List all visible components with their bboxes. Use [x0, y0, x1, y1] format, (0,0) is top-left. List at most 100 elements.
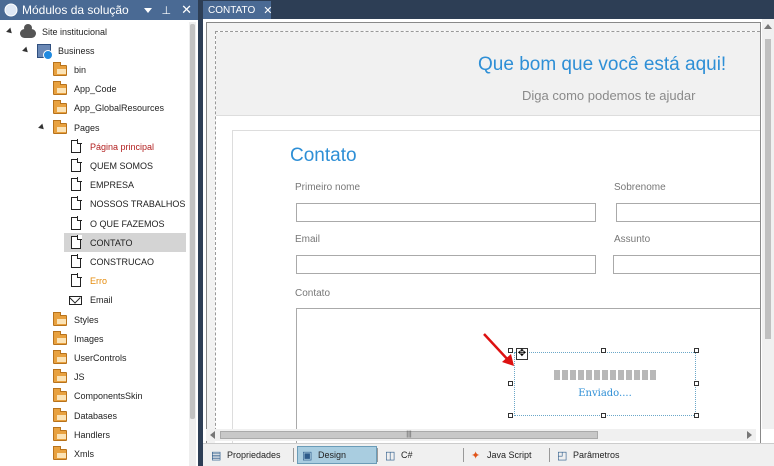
expand-arrow-icon[interactable] — [6, 27, 14, 36]
progress-block — [554, 370, 560, 380]
tree-item[interactable]: ComponentsSkin — [0, 387, 186, 406]
tree-item[interactable]: CONTATO — [64, 233, 186, 253]
resize-handle[interactable] — [694, 381, 699, 386]
scroll-left-icon[interactable] — [210, 431, 215, 439]
bottom-tab-par-metros[interactable]: ◰ Parâmetros — [553, 446, 637, 464]
horizontal-scrollbar[interactable]: ||| — [206, 429, 756, 441]
tree-item[interactable]: Pages — [0, 118, 186, 137]
folder-icon — [52, 311, 68, 328]
last-name-field[interactable] — [616, 203, 760, 222]
tree-item-label: bin — [74, 64, 87, 75]
progress-block — [618, 370, 624, 380]
resize-handle[interactable] — [601, 348, 606, 353]
tree-item[interactable]: Site institucional — [0, 22, 186, 41]
tree-item-label: Xmls — [74, 448, 94, 459]
tab-separator — [463, 448, 464, 462]
dropdown-icon[interactable] — [143, 7, 152, 13]
scroll-right-icon[interactable] — [747, 431, 752, 439]
scroll-thumb[interactable] — [765, 39, 771, 339]
move-handle-icon[interactable]: ✥ — [516, 348, 528, 360]
tree-item[interactable]: O QUE FAZEMOS — [0, 214, 186, 233]
subject-label: Assunto — [614, 234, 651, 245]
bottom-tab-java-script[interactable]: ✦ Java Script — [467, 446, 547, 464]
resize-handle[interactable] — [694, 348, 699, 353]
progress-block — [610, 370, 616, 380]
tab-close-icon[interactable]: ✕ — [263, 4, 272, 17]
folder-icon — [52, 445, 68, 462]
scroll-up-icon[interactable] — [764, 24, 772, 29]
tree-item[interactable]: App_GlobalResources — [0, 99, 186, 118]
tree-item[interactable]: EMPRESA — [0, 176, 186, 195]
tree-item[interactable]: JS — [0, 368, 186, 387]
tree-item[interactable]: Xmls — [0, 444, 186, 463]
tree-item[interactable]: Business — [0, 41, 186, 60]
tree-item-label: Handlers — [74, 429, 111, 440]
message-label: Contato — [295, 288, 331, 299]
form-title: Contato — [290, 145, 357, 166]
page-icon — [68, 253, 84, 270]
tree-item[interactable]: QUEM SOMOS — [0, 156, 186, 175]
resize-handle[interactable] — [508, 348, 513, 353]
mail-icon — [68, 292, 84, 308]
pin-icon[interactable]: ⊥ — [162, 4, 172, 17]
tab-separator — [377, 448, 378, 462]
tree-item[interactable]: Handlers — [0, 425, 186, 444]
resize-handle[interactable] — [694, 413, 699, 418]
progress-block — [626, 370, 632, 380]
tree-item[interactable]: Email — [0, 291, 186, 310]
scroll-thumb[interactable]: ||| — [220, 431, 598, 439]
sending-status-text: Enviado.... — [578, 388, 632, 399]
bottom-tab-c-[interactable]: ◫ C# — [381, 446, 441, 464]
tree-item[interactable]: CONSTRUCAO — [0, 252, 186, 271]
tree-item-label: Images — [74, 333, 104, 344]
tree-item[interactable]: bin — [0, 60, 186, 79]
tree-item-label: CONSTRUCAO — [90, 256, 155, 267]
tree-item-label: ComponentsSkin — [74, 391, 143, 402]
progress-block — [586, 370, 592, 380]
page-icon — [68, 273, 84, 289]
tree-item-label: JS — [74, 372, 85, 383]
progress-block — [642, 370, 648, 380]
bottom-tab-label: Propriedades — [227, 450, 281, 460]
folder-icon — [52, 426, 68, 443]
expand-arrow-icon[interactable] — [22, 46, 30, 55]
subject-field[interactable] — [613, 255, 760, 274]
tree-item[interactable]: Erro — [0, 272, 186, 291]
resize-handle[interactable] — [601, 413, 606, 418]
email-field[interactable] — [296, 255, 596, 274]
tree-item[interactable]: Página principal — [0, 137, 186, 156]
tab-contato[interactable]: CONTATO ✕ — [203, 1, 272, 19]
tree-item[interactable]: NOSSOS TRABALHOS — [0, 195, 186, 214]
expand-arrow-icon[interactable] — [38, 123, 46, 132]
tree-item[interactable]: App_Code — [0, 80, 186, 99]
tree-item[interactable]: UserControls — [0, 348, 186, 367]
email-label: Email — [295, 234, 321, 245]
tree-item-label: Email — [90, 295, 113, 306]
tree-item[interactable]: Styles — [0, 310, 186, 329]
first-name-field[interactable] — [296, 203, 596, 222]
parameters-icon: ◰ — [557, 450, 568, 462]
tree-item-label: Erro — [90, 276, 108, 287]
design-icon: ▣ — [302, 450, 313, 462]
close-icon[interactable]: ✕ — [181, 2, 192, 18]
page-icon — [68, 138, 84, 155]
bottom-tab-propriedades[interactable]: ▤ Propriedades — [207, 446, 291, 464]
tree-item-label: Styles — [74, 314, 99, 325]
bottom-tab-design[interactable]: ▣ Design — [297, 446, 377, 464]
resize-handle[interactable] — [508, 413, 513, 418]
tree-item[interactable]: Images — [0, 329, 186, 348]
properties-icon: ▤ — [211, 450, 222, 462]
sending-status-control[interactable]: Enviado.... — [514, 352, 696, 416]
tree-item[interactable]: Databases — [0, 406, 186, 425]
folder-icon — [52, 61, 68, 78]
folder-icon — [52, 388, 68, 404]
hero-banner: Que bom que você está aqui! Diga como po… — [216, 32, 760, 116]
scroll-thumb[interactable] — [190, 24, 195, 419]
tab-separator — [549, 448, 550, 462]
solution-icon — [4, 3, 18, 17]
resize-handle[interactable] — [508, 381, 513, 386]
page-icon — [68, 157, 84, 174]
tree-scrollbar[interactable] — [189, 22, 196, 466]
vertical-scrollbar[interactable] — [762, 19, 774, 429]
tree-item-label: Site institucional — [42, 26, 108, 37]
